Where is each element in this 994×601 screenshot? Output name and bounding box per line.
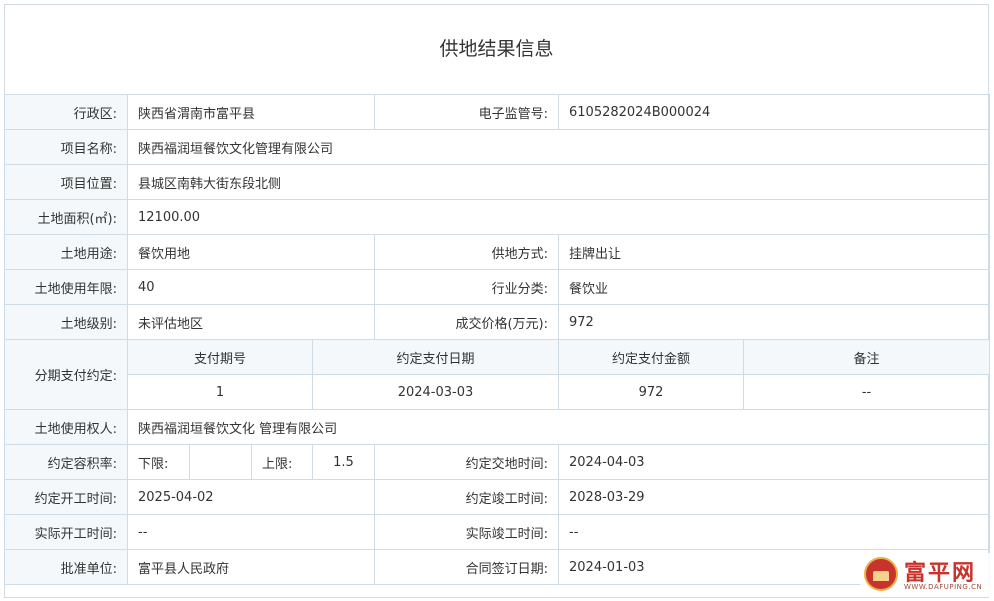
- plot-ratio-label: 约定容积率:: [4, 444, 128, 480]
- installment-period: 1: [127, 374, 313, 410]
- land-use-label: 土地用途:: [4, 234, 128, 270]
- actual-completion-value: --: [558, 514, 991, 550]
- installment-header-note: 备注: [743, 339, 991, 375]
- table-row: 实际开工时间: -- 实际竣工时间: --: [4, 514, 991, 550]
- land-use-value: 餐饮用地: [126, 234, 376, 270]
- installment-header-date: 约定支付日期: [311, 339, 560, 375]
- table-row: 项目名称: 陕西福润垣餐饮文化管理有限公司: [4, 129, 991, 165]
- table-row: 土地用途: 餐饮用地 供地方式: 挂牌出让: [4, 234, 991, 270]
- plot-ratio-lower-value: [189, 444, 252, 480]
- watermark-url: WWW.DAFUPING.CN: [904, 583, 983, 591]
- city-gate-logo-icon: [864, 557, 898, 591]
- page-title: 供地结果信息: [439, 38, 554, 60]
- installment-header-period: 支付期号: [127, 339, 313, 375]
- use-years-label: 土地使用年限:: [4, 269, 128, 305]
- land-grade-value: 未评估地区: [126, 304, 376, 340]
- land-info-table: 行政区: 陕西省渭南市富平县 电子监管号: 6105282024B000024 …: [4, 94, 991, 585]
- industry-label: 行业分类:: [374, 269, 560, 305]
- table-row: 项目位置: 县城区南韩大街东段北侧: [4, 164, 991, 200]
- land-area-value: 12100.00: [126, 199, 991, 235]
- table-row: 约定开工时间: 2025-04-02 约定竣工时间: 2028-03-29: [4, 479, 991, 515]
- supervision-no-label: 电子监管号:: [374, 94, 560, 130]
- use-years-value: 40: [126, 269, 376, 305]
- approval-unit-label: 批准单位:: [4, 549, 128, 585]
- installment-date: 2024-03-03: [311, 374, 560, 410]
- project-name-value: 陕西福润垣餐饮文化管理有限公司: [126, 129, 991, 165]
- supply-method-value: 挂牌出让: [558, 234, 991, 270]
- price-value: 972: [558, 304, 991, 340]
- land-area-label: 土地面积(㎡):: [4, 199, 128, 235]
- industry-value: 餐饮业: [558, 269, 991, 305]
- land-grade-label: 土地级别:: [4, 304, 128, 340]
- supply-method-label: 供地方式:: [374, 234, 560, 270]
- start-time-value: 2025-04-02: [126, 479, 376, 515]
- supervision-no-value: 6105282024B000024: [558, 94, 991, 130]
- plot-ratio-lower-label: 下限:: [127, 444, 190, 480]
- table-row: 土地使用权人: 陕西福润垣餐饮文化 管理有限公司: [4, 409, 991, 445]
- approval-unit-value: 富平县人民政府: [126, 549, 376, 585]
- start-time-label: 约定开工时间:: [4, 479, 128, 515]
- table-row: 约定容积率: 下限: 上限: 1.5 约定交地时间: 2024-04-03: [4, 444, 991, 480]
- actual-start-label: 实际开工时间:: [4, 514, 128, 550]
- table-row: 批准单位: 富平县人民政府 合同签订日期: 2024-01-03: [4, 549, 991, 585]
- land-supply-result-panel: 供地结果信息 行政区: 陕西省渭南市富平县 电子监管号: 6105282024B…: [4, 4, 991, 598]
- installment-header-row: 分期支付约定: 支付期号 约定支付日期 约定支付金额 备注: [4, 339, 991, 410]
- project-name-label: 项目名称:: [4, 129, 128, 165]
- project-location-label: 项目位置:: [4, 164, 128, 200]
- delivery-time-value: 2024-04-03: [558, 444, 991, 480]
- contract-date-label: 合同签订日期:: [374, 549, 560, 585]
- installment-amount: 972: [558, 374, 745, 410]
- table-row: 土地使用年限: 40 行业分类: 餐饮业: [4, 269, 991, 305]
- installment-note: --: [743, 374, 991, 410]
- delivery-time-label: 约定交地时间:: [374, 444, 560, 480]
- table-row: 行政区: 陕西省渭南市富平县 电子监管号: 6105282024B000024: [4, 94, 991, 130]
- actual-start-value: --: [126, 514, 376, 550]
- installment-label: 分期支付约定:: [4, 339, 128, 410]
- actual-completion-label: 实际竣工时间:: [374, 514, 560, 550]
- plot-ratio-upper-value: 1.5: [311, 444, 376, 480]
- installment-header-amount: 约定支付金额: [558, 339, 745, 375]
- district-value: 陕西省渭南市富平县: [126, 94, 376, 130]
- site-watermark: 富平网 WWW.DAFUPING.CN: [860, 553, 992, 597]
- table-row: 土地级别: 未评估地区 成交价格(万元): 972: [4, 304, 991, 340]
- land-user-label: 土地使用权人:: [4, 409, 128, 445]
- land-user-value: 陕西福润垣餐饮文化 管理有限公司: [126, 409, 991, 445]
- completion-time-value: 2028-03-29: [558, 479, 991, 515]
- table-row: 土地面积(㎡): 12100.00: [4, 199, 991, 235]
- project-location-value: 县城区南韩大街东段北侧: [126, 164, 991, 200]
- price-label: 成交价格(万元):: [374, 304, 560, 340]
- plot-ratio-upper-label: 上限:: [251, 444, 313, 480]
- district-label: 行政区:: [4, 94, 128, 130]
- installment-row: 1 2024-03-03 972 --: [5, 374, 991, 410]
- completion-time-label: 约定竣工时间:: [374, 479, 560, 515]
